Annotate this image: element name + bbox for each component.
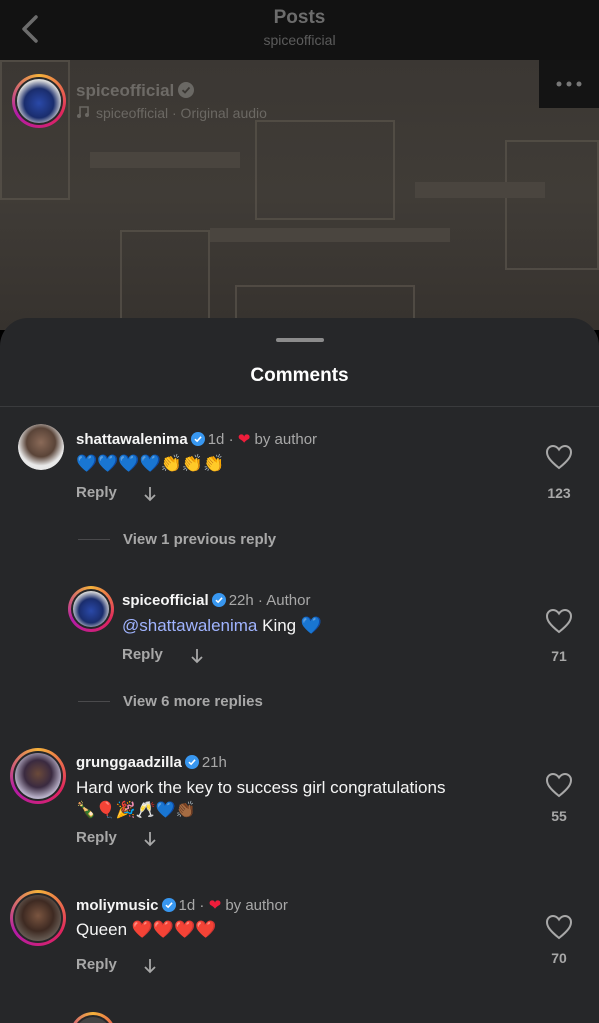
arrow-down-icon[interactable] [143,831,157,847]
comment-meta: moliymusic 1d · ❤ by author [76,897,288,914]
view-more-replies-button[interactable]: View 6 more replies [123,693,263,710]
wall-panel [120,230,210,330]
reply-button[interactable]: Reply [122,646,163,663]
post-author-avatar[interactable] [12,74,66,128]
post-author-name[interactable]: spiceofficial [76,81,195,101]
comment-badge: by author [225,897,288,914]
heart-icon[interactable] [545,608,573,634]
reply-button[interactable]: Reply [76,829,117,846]
comment-username[interactable]: shattawalenima [76,431,188,448]
divider [0,406,599,407]
comment-username[interactable]: spiceofficial [122,592,209,609]
view-previous-replies-button[interactable]: View 1 previous reply [123,531,276,548]
verified-icon [184,755,199,769]
heart-icon[interactable] [545,444,573,470]
comment-text-continued: 🍾🎈🎉🥂💙👏🏾 [76,802,196,819]
page-title: Posts [273,7,326,28]
verified-icon [178,82,195,98]
music-note-icon [77,106,89,118]
wall-panel [255,120,395,220]
comment-username[interactable]: moliymusic [76,897,159,914]
more-options-button[interactable] [539,60,599,108]
avatar[interactable] [70,1012,116,1023]
wall-panel [505,140,599,270]
avatar[interactable] [68,586,114,632]
like-count: 55 [551,808,567,824]
wall-ledge [90,152,240,168]
comment-meta: spiceofficial 22h · Author [122,592,311,609]
verified-icon [211,593,226,607]
verified-icon [190,432,205,446]
arrow-down-icon[interactable] [143,486,157,502]
verified-icon [161,898,176,912]
comment-time: 22h [228,592,254,609]
comments-title: Comments [250,365,349,386]
post-media[interactable]: spiceofficial spiceofficial · Original a… [0,60,599,330]
heart-icon[interactable] [545,772,573,798]
reply-button[interactable]: Reply [76,484,117,501]
reply-item: spiceofficial 22h · Author @shattawalenim… [0,584,599,684]
comment-item: moliymusic 1d · ❤ by author Queen ❤️❤️❤️❤… [0,888,599,988]
like-count: 123 [547,485,571,501]
page-subtitle: spiceofficial [263,32,336,48]
thread-line [78,701,110,702]
reply-button[interactable]: Reply [76,956,117,973]
comment-text: Hard work the key to success girl congra… [76,778,446,797]
comment-text: 💙💙💙💙👏👏👏 [76,454,225,473]
comment-text: Queen ❤️❤️❤️❤️ [76,920,217,939]
comment-meta: shattawalenima 1d · ❤ by author [76,431,318,448]
comment-username[interactable]: grunggaadzilla [76,754,182,771]
comment-text: @shattawalenima King 💙 [122,616,323,635]
comment-time: 1d [178,897,196,914]
comment-badge: by author [254,431,318,448]
comment-time: 21h [201,754,227,771]
comment-time: 1d [207,431,225,448]
like-count: 70 [551,950,567,966]
arrow-down-icon[interactable] [143,958,157,974]
author-heart-icon: ❤ [237,431,251,448]
arrow-down-icon[interactable] [190,648,204,664]
ellipsis-icon [556,81,582,87]
post-audio-link[interactable]: spiceofficial · Original audio [76,105,267,121]
wall-ledge [415,182,545,198]
sheet-grabber[interactable] [276,338,324,342]
comment-item: shattawalenima 1d · ❤ by author 💙💙💙💙👏👏👏 R… [0,418,599,518]
heart-icon[interactable] [545,914,573,940]
comment-badge: Author [266,592,311,609]
avatar[interactable] [10,748,66,804]
comment-item: grunggaadzilla 21h Hard work the key to s… [0,746,599,866]
comments-sheet: Comments shattawalenima 1d · ❤ by author … [0,318,599,1023]
thread-line [78,539,110,540]
top-bar: Posts spiceofficial [0,0,599,60]
comment-meta: grunggaadzilla 21h [76,754,227,771]
author-heart-icon: ❤ [208,897,222,914]
avatar[interactable] [18,424,64,470]
wall-ledge [210,228,450,242]
like-count: 71 [551,648,567,664]
avatar[interactable] [10,890,66,946]
mention-link[interactable]: @shattawalenima [122,616,257,635]
